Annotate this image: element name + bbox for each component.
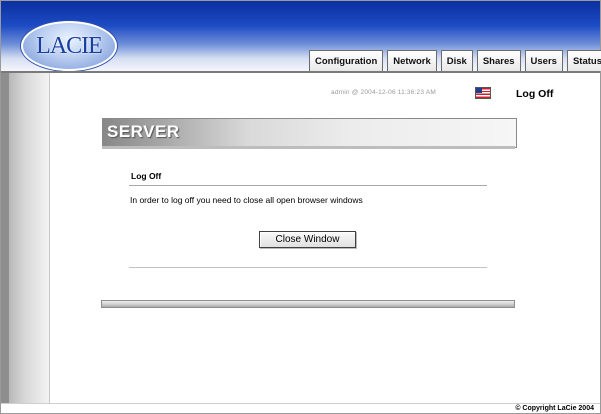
left-sidebar bbox=[9, 73, 50, 403]
divider bbox=[129, 185, 487, 186]
tab-status[interactable]: Status bbox=[566, 50, 601, 71]
panel-bottom-bar bbox=[101, 300, 515, 308]
copyright-text: © Copyright LaCie 2004 bbox=[515, 405, 594, 412]
footer-divider bbox=[1, 403, 600, 404]
left-strip bbox=[1, 73, 9, 403]
tab-configuration[interactable]: Configuration bbox=[309, 50, 384, 71]
divider bbox=[129, 267, 487, 268]
header: LACIE Configuration Network Disk Shares … bbox=[1, 1, 601, 72]
tab-underline bbox=[1, 71, 600, 73]
banner-shadow bbox=[102, 146, 515, 149]
lacie-logo: LACIE bbox=[21, 21, 117, 71]
tab-disk[interactable]: Disk bbox=[440, 50, 473, 71]
us-flag-icon[interactable] bbox=[475, 87, 491, 99]
nav-tabs: Configuration Network Disk Shares Users … bbox=[309, 50, 601, 72]
tab-users[interactable]: Users bbox=[524, 50, 563, 71]
user-session-info: admin @ 2004-12-06 11:36:23 AM bbox=[331, 89, 436, 96]
section-title: Log Off bbox=[131, 171, 162, 181]
tab-shares[interactable]: Shares bbox=[476, 50, 521, 71]
close-window-button[interactable]: Close Window bbox=[259, 231, 356, 248]
logoff-message: In order to log off you need to close al… bbox=[130, 195, 363, 205]
browser-page: LACIE Configuration Network Disk Shares … bbox=[0, 0, 601, 414]
logo-text: LACIE bbox=[36, 32, 103, 59]
logoff-link[interactable]: Log Off bbox=[516, 88, 553, 100]
tab-network[interactable]: Network bbox=[387, 50, 437, 71]
page-title: SERVER bbox=[107, 122, 180, 141]
